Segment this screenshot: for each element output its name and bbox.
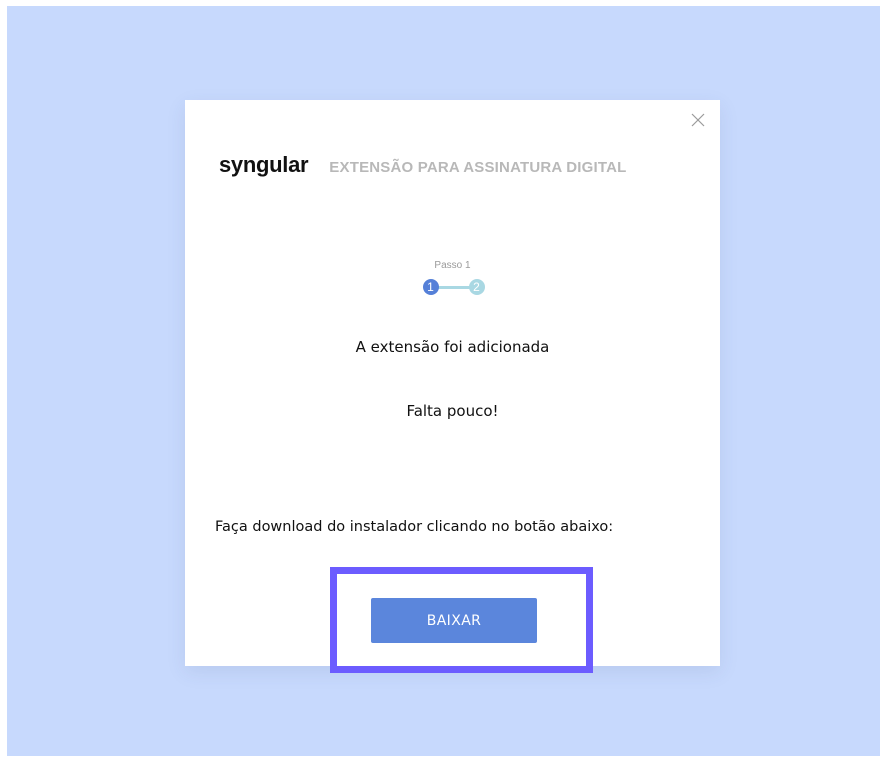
step-2-indicator: 2 (468, 279, 485, 295)
close-icon (691, 113, 705, 127)
progress-stepper: Passo 1 1 2 (185, 260, 720, 296)
step-1-indicator: 1 (422, 279, 439, 295)
close-button[interactable] (688, 110, 708, 130)
brand-logo: syngular (219, 152, 309, 177)
step-connector (436, 286, 471, 289)
brand-header: syngular EXTENSÃO PARA ASSINATURA DIGITA… (219, 152, 627, 178)
download-button[interactable]: BAIXAR (371, 598, 537, 643)
almost-done-message: Falta pouco! (406, 402, 499, 420)
step-caption: Passo 1 (434, 260, 471, 271)
modal-subtitle: EXTENSÃO PARA ASSINATURA DIGITAL (329, 159, 627, 176)
step-track: 1 2 (421, 278, 485, 296)
extension-added-message: A extensão foi adicionada (355, 338, 550, 356)
download-instructions: Faça download do instalador clicando no … (215, 519, 614, 535)
